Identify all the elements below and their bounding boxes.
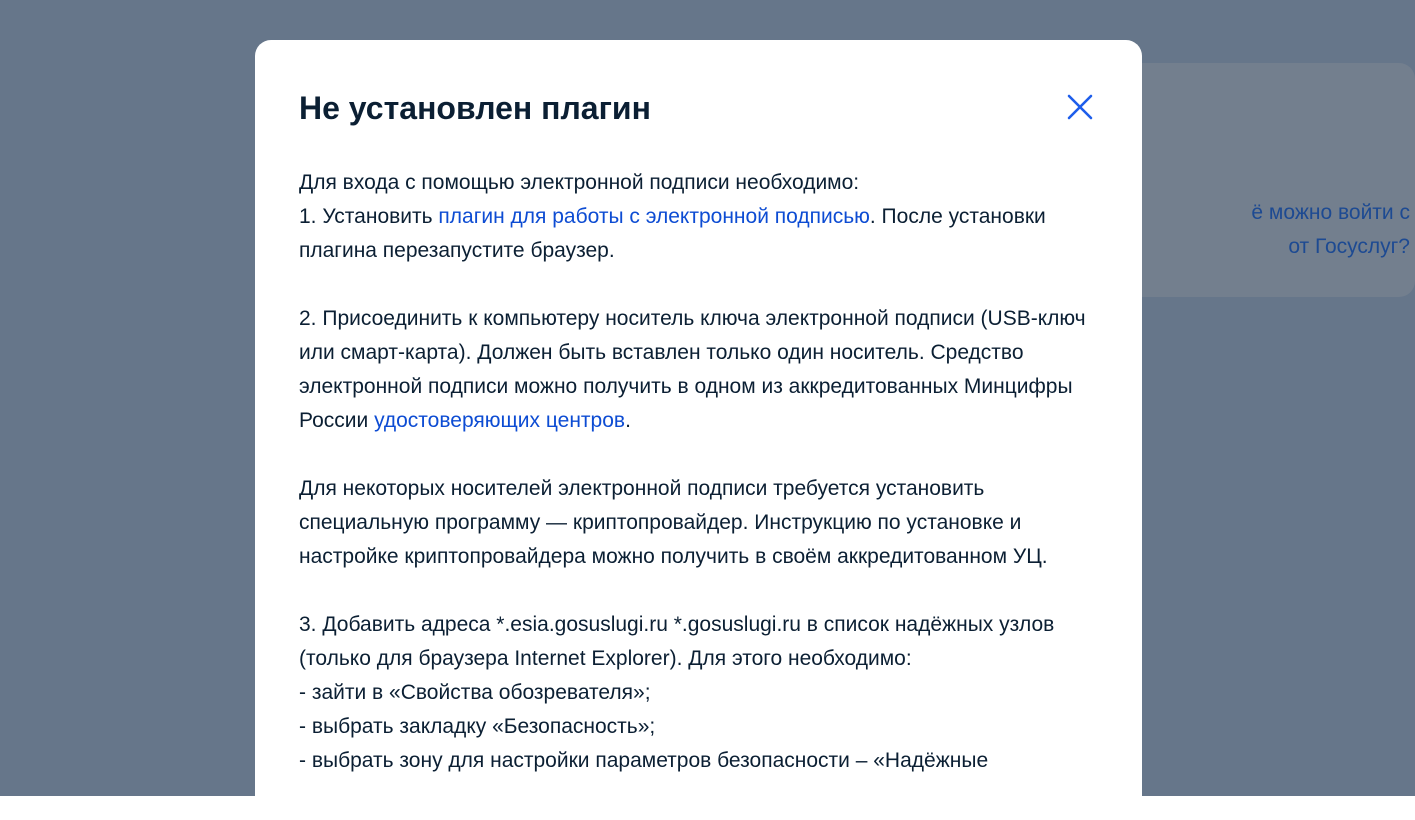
step1-prefix: 1. Установить bbox=[299, 205, 439, 228]
modal-body: Для входа с помощью электронной подписи … bbox=[299, 166, 1104, 812]
background-link-line-2: от Госуслуг? bbox=[1288, 235, 1410, 258]
background-link-line-1: ё можно войти с bbox=[1251, 201, 1410, 224]
close-icon bbox=[1067, 94, 1093, 120]
plugin-modal: Не установлен плагин Для входа с помощью… bbox=[255, 40, 1142, 820]
step3-item-3: - выбрать зону для настройки параметров … bbox=[299, 749, 989, 772]
paragraph-trusted-sites: 3. Добавить адреса *.esia.gosuslugi.ru *… bbox=[299, 608, 1104, 778]
step3-text: 3. Добавить адреса *.esia.gosuslugi.ru *… bbox=[299, 613, 1055, 670]
background-link[interactable]: ё можно войти с от Госуслуг? bbox=[1120, 196, 1410, 264]
intro-text: Для входа с помощью электронной подписи … bbox=[299, 171, 860, 194]
plugin-link[interactable]: плагин для работы с электронной подписью bbox=[438, 205, 869, 228]
step2-end: . bbox=[625, 409, 631, 432]
step3-item-1: - зайти в «Свойства обозревателя»; bbox=[299, 681, 651, 704]
paragraph-connect-key: 2. Присоединить к компьютеру носитель кл… bbox=[299, 302, 1104, 438]
step3-item-2: - выбрать закладку «Безопасность»; bbox=[299, 715, 656, 738]
modal-title: Не установлен плагин bbox=[299, 90, 651, 126]
paragraph-cryptoprovider: Для некоторых носителей электронной подп… bbox=[299, 477, 1048, 568]
certification-centers-link[interactable]: удостоверяющих центров bbox=[374, 409, 625, 432]
close-button[interactable] bbox=[1065, 92, 1095, 122]
paragraph-install: Для входа с помощью электронной подписи … bbox=[299, 166, 1104, 268]
